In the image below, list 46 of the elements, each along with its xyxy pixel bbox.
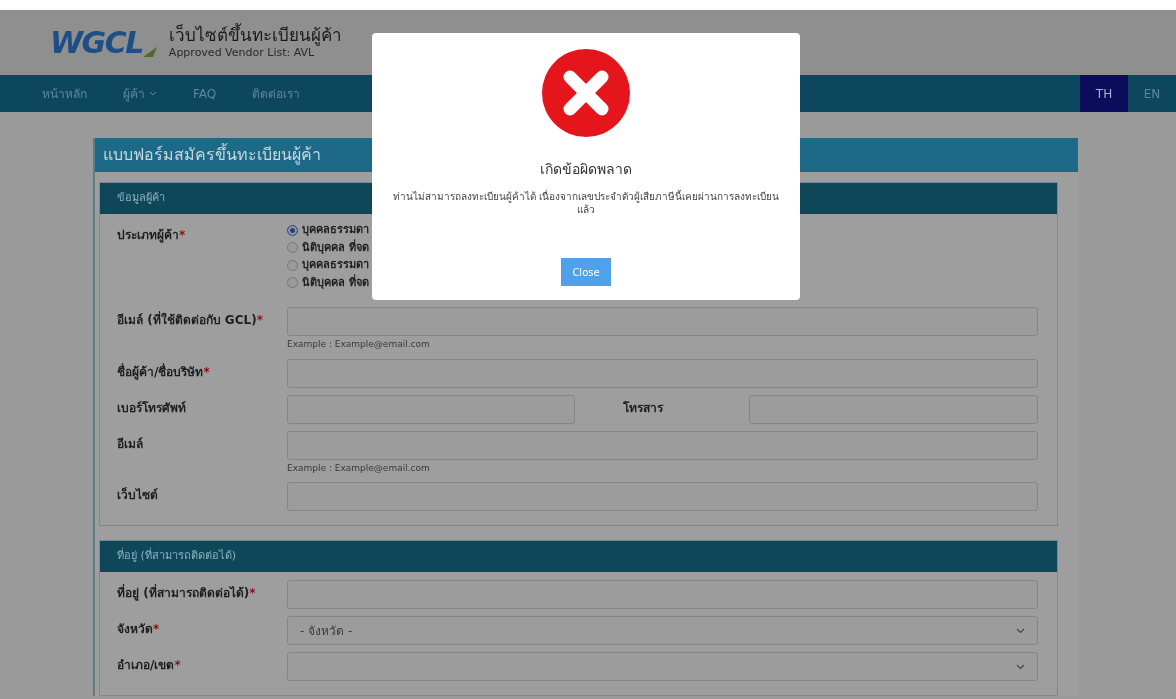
field-label: ที่อยู่ (ที่สามารถติดต่อได้)* — [117, 583, 257, 603]
nav-link[interactable]: ผู้ค้า — [123, 84, 157, 103]
chevron-down-icon — [1016, 627, 1025, 634]
field-label: อีเมล์ (ที่ใช้ติดต่อกับ GCL)* — [117, 310, 264, 329]
nav-link[interactable]: หน้าหลัก — [42, 84, 87, 103]
field-label: อำเภอ/เขต* — [117, 657, 182, 674]
site-subtitle: Approved Vendor List: AVL — [168, 46, 316, 60]
close-button[interactable]: Close — [561, 258, 611, 286]
section-title: ที่อยู่ (ที่สามารถติดต่อได้) — [100, 541, 1057, 572]
site-title: เว็บไซต์ขึ้นทะเบียนผู้ค้า — [168, 25, 342, 47]
field-hint: Example : Example@email.com — [287, 461, 431, 475]
input-field[interactable] — [287, 307, 1038, 336]
input-field[interactable] — [287, 358, 1038, 388]
radio-button[interactable] — [287, 224, 298, 236]
input-field[interactable] — [287, 394, 575, 424]
select-field[interactable] — [287, 652, 1038, 681]
field-label: ชื่อผู้ค้า/ชื่อบริษัท* — [117, 362, 211, 382]
nav-link[interactable]: FAQ — [193, 84, 217, 103]
select-field[interactable]: - จังหวัด - — [287, 616, 1038, 645]
input-field[interactable] — [287, 430, 1038, 460]
language-tab[interactable]: EN — [1128, 75, 1176, 112]
input-field[interactable] — [287, 482, 1038, 511]
nav-link[interactable]: ติดต่อเรา — [252, 84, 301, 103]
field-label: จังหวัด* — [117, 621, 161, 638]
radio-option[interactable]: บุคคลธรรมดา — [287, 257, 369, 274]
field-label: โทรสาร — [623, 399, 665, 417]
radio-option[interactable]: นิติบุคคล ที่จด — [287, 239, 369, 256]
dialog-message: ท่านไม่สามารถลงทะเบียนผู้ค้าได้ เนื่องจากเลขประจำตัวผู้เสียภาษีนี้เคยผ่านการลงทะเบียนแล้ว — [391, 190, 781, 216]
field-label: ประเภทผู้ค้า* — [117, 227, 187, 245]
radio-option[interactable]: นิติบุคคล ที่จด — [287, 274, 369, 291]
radio-button[interactable] — [287, 242, 298, 254]
field-label: เว็บไซต์ — [117, 486, 159, 504]
error-icon — [542, 49, 630, 137]
language-tab[interactable]: TH — [1080, 75, 1128, 112]
field-hint: Example : Example@email.com — [287, 338, 431, 351]
field-label: เบอร์โทรศัพท์ — [117, 399, 187, 417]
input-field[interactable] — [749, 394, 1038, 424]
field-label: อีเมล์ — [117, 435, 144, 453]
chevron-down-icon — [149, 91, 157, 96]
input-field[interactable] — [287, 580, 1038, 609]
radio-button[interactable] — [287, 259, 298, 271]
logo-text: WGCL — [50, 24, 143, 62]
radio-option[interactable]: บุคคลธรรมดา — [287, 222, 369, 239]
chevron-down-icon — [1016, 663, 1025, 670]
radio-button[interactable] — [287, 277, 298, 289]
logo-swoosh-icon — [142, 47, 157, 57]
